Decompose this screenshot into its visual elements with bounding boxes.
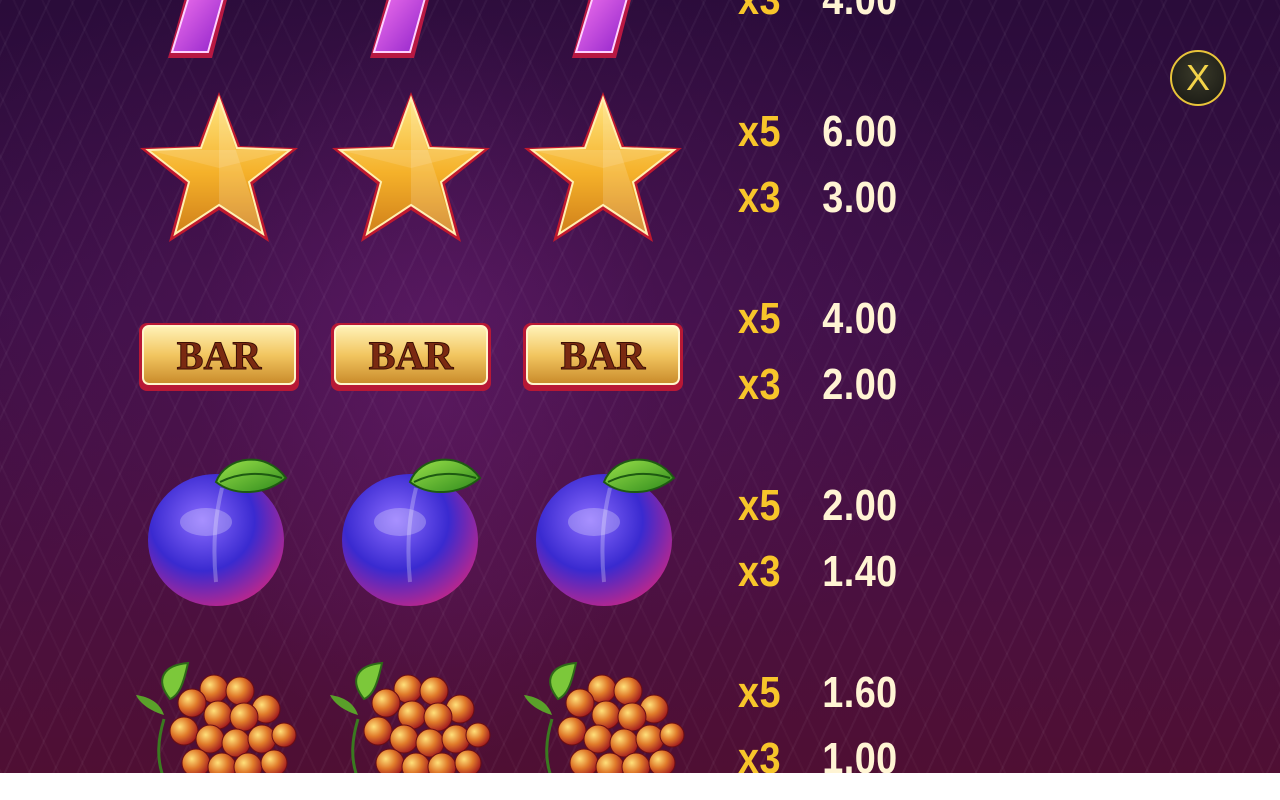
payout-x3: x34.00 [738, 0, 898, 22]
star-icon [136, 88, 302, 248]
multiplier-label: x3 [738, 173, 781, 222]
bar-icon: BAR [330, 321, 492, 393]
payout-x5: x5 1.60 [738, 671, 898, 715]
grapes-icon [328, 659, 494, 773]
multiplier-label: x5 [738, 668, 781, 717]
paytable-row-bar: BAR BAR BAR x5 4.00 x3 2.00 [0, 275, 1280, 455]
payout-value: 4.00 [822, 0, 897, 24]
payout-value: 2.00 [822, 360, 898, 409]
payout-x5: x5 2.00 [738, 484, 898, 528]
close-icon: X [1185, 57, 1210, 98]
bar-icon: BAR [138, 321, 300, 393]
payout-x5: x5 6.00 [738, 110, 898, 154]
bar-text: BAR [561, 333, 647, 378]
payout-value: 1.00 [822, 734, 898, 774]
multiplier-label: x5 [738, 107, 781, 156]
payout-value: 3.00 [822, 173, 898, 222]
payout-value: 1.40 [822, 547, 898, 596]
multiplier-label: x5 [738, 481, 781, 530]
multiplier-label: x5 [738, 294, 781, 343]
bar-text: BAR [369, 333, 455, 378]
grapes-icon [522, 659, 688, 773]
plum-icon [534, 452, 680, 612]
paytable-screen: x34.00 [0, 0, 1280, 773]
payout-x3: x3 2.00 [738, 363, 898, 407]
grapes-icon [134, 659, 300, 773]
seven-icon [554, 0, 664, 70]
payout-x3: x3 1.00 [738, 734, 898, 774]
multiplier-label: x3 [738, 0, 822, 22]
plum-icon [146, 452, 292, 612]
paytable-row-star: x5 6.00 x3 3.00 [0, 88, 1280, 268]
close-button[interactable]: X [1170, 50, 1226, 106]
bar-icon: BAR [522, 321, 684, 393]
bar-text: BAR [177, 333, 263, 378]
payout-x3: x3 3.00 [738, 176, 898, 220]
seven-icon [352, 0, 462, 70]
paytable-row-grapes: x5 1.60 x3 1.00 [0, 649, 1280, 773]
star-icon [328, 88, 494, 248]
payout-value: 6.00 [822, 107, 898, 156]
seven-icon [150, 0, 260, 70]
multiplier-label: x3 [738, 547, 781, 596]
star-icon [520, 88, 686, 248]
multiplier-label: x3 [738, 360, 781, 409]
payout-value: 4.00 [822, 294, 898, 343]
paytable-row-plum: x5 2.00 x3 1.40 [0, 458, 1280, 642]
payout-x5: x5 4.00 [738, 297, 898, 341]
payout-x3: x3 1.40 [738, 550, 898, 594]
payout-value: 1.60 [822, 668, 898, 717]
multiplier-label: x3 [738, 734, 781, 774]
payout-value: 2.00 [822, 481, 898, 530]
plum-icon [340, 452, 486, 612]
